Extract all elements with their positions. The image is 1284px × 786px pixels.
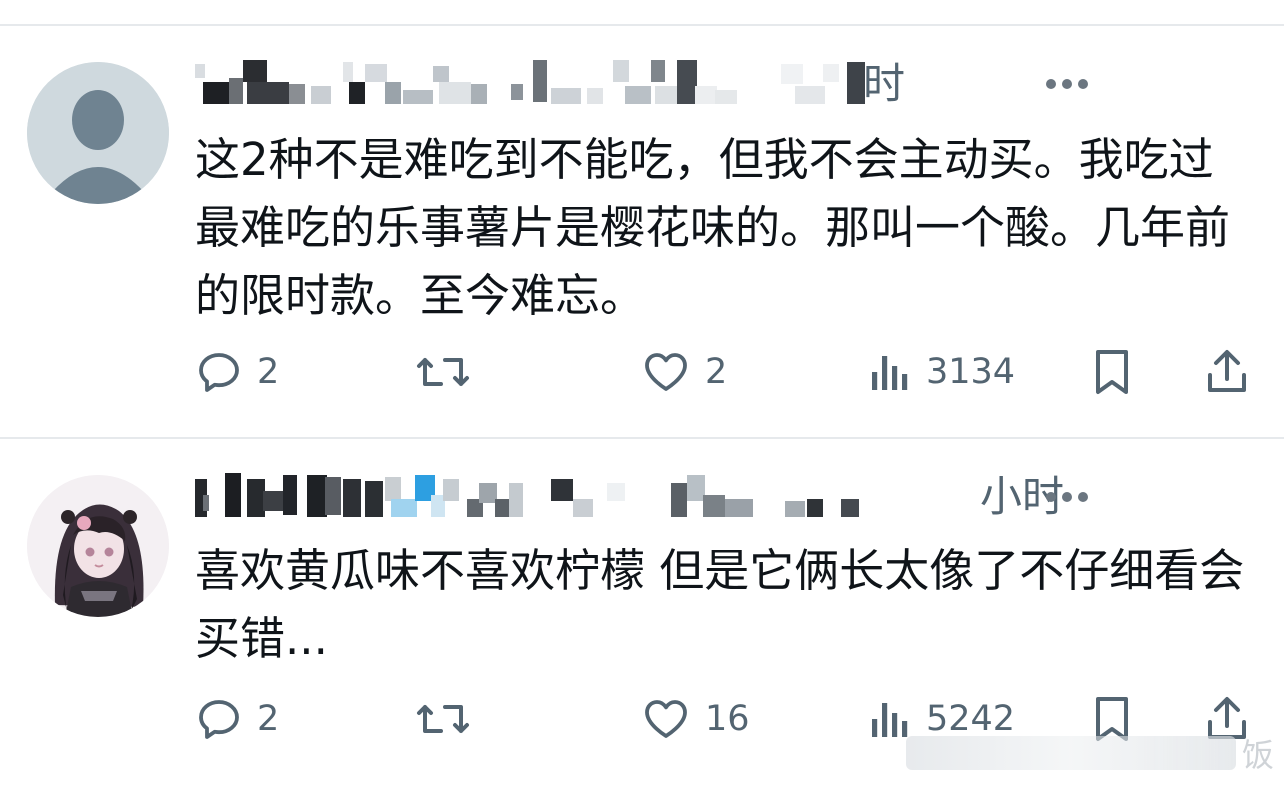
reply-item-1[interactable]: 时 这2种不是难吃到不能吃，但我不会主动买。我吃过最难吃的乐事薯片是樱花味的。那… xyxy=(0,26,1284,438)
reply-header: 小时 xyxy=(195,469,1125,525)
retweet-button[interactable] xyxy=(415,344,485,400)
share-button[interactable] xyxy=(1204,344,1250,400)
heart-icon xyxy=(645,353,687,391)
bookmark-button[interactable] xyxy=(1090,344,1134,400)
views-button[interactable]: 3134 xyxy=(868,344,1015,400)
like-count: 16 xyxy=(705,699,750,739)
reply-header: 时 xyxy=(195,56,1125,112)
like-button[interactable]: 2 xyxy=(641,344,727,400)
watermark-blur xyxy=(905,736,1236,770)
reply-button[interactable]: 2 xyxy=(195,344,279,400)
pixelated-username[interactable] xyxy=(195,469,875,525)
heart-icon xyxy=(645,700,687,738)
reply-text: 这2种不是难吃到不能吃，但我不会主动买。我吃过最难吃的乐事薯片是樱花味的。那叫一… xyxy=(195,133,1231,322)
reply-icon xyxy=(199,353,239,392)
share-icon xyxy=(1208,350,1246,392)
avatar[interactable] xyxy=(27,62,169,204)
watermark-text: 饭 xyxy=(1241,736,1274,774)
retweet-button[interactable] xyxy=(415,691,485,747)
reply-icon xyxy=(199,700,239,739)
pixelated-username[interactable] xyxy=(195,56,875,112)
retweet-icon xyxy=(417,358,469,386)
reply-button[interactable]: 2 xyxy=(195,691,279,747)
retweet-icon xyxy=(417,705,469,733)
reply-text: 喜欢黄瓜味不喜欢柠檬 但是它俩长太像了不仔细看会买错... xyxy=(195,544,1245,665)
views-icon xyxy=(872,356,908,390)
bookmark-icon xyxy=(1096,350,1128,394)
avatar[interactable] xyxy=(27,475,169,617)
default-avatar-icon xyxy=(27,62,169,204)
view-count: 3134 xyxy=(926,352,1016,392)
like-count: 2 xyxy=(705,352,728,392)
more-icon[interactable] xyxy=(1045,489,1089,505)
watermark: 饭 xyxy=(905,730,1274,776)
anime-avatar-image xyxy=(27,475,169,617)
reply-thread: 时 这2种不是难吃到不能吃，但我不会主动买。我吃过最难吃的乐事薯片是樱花味的。那… xyxy=(0,0,1284,786)
timestamp[interactable]: 时 xyxy=(863,56,905,112)
action-bar: 2 2 3134 xyxy=(0,344,1284,400)
reply-count: 2 xyxy=(257,352,280,392)
reply-count: 2 xyxy=(257,699,280,739)
more-icon[interactable] xyxy=(1045,76,1089,92)
like-button[interactable]: 16 xyxy=(641,691,750,747)
